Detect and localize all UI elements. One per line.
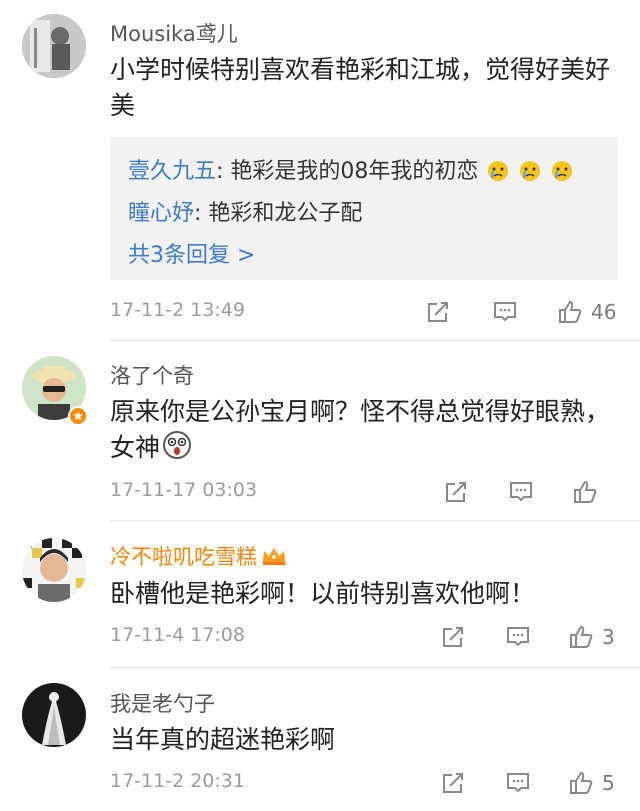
reply-item[interactable]: 壹久九五: 艳彩是我的08年我的初恋 (128, 151, 600, 193)
username-text: 洛了个奇 (110, 364, 194, 388)
username[interactable]: 洛了个奇 (110, 360, 194, 390)
comment-button[interactable] (492, 297, 518, 327)
comment-button[interactable] (505, 768, 531, 798)
username[interactable]: Mousika鸢儿 (110, 18, 238, 48)
avatar[interactable] (22, 683, 86, 747)
verified-badge-icon (68, 406, 88, 426)
comment-meta: 17-11-2 13:49 46 (110, 297, 620, 327)
repost-button[interactable] (440, 768, 466, 798)
comment-icon (507, 773, 529, 793)
divider (110, 520, 640, 521)
star-icon (73, 411, 83, 421)
crying-emoji-icon (552, 161, 573, 181)
reply-item[interactable]: 瞳心妤: 艳彩和龙公子配 (128, 193, 600, 235)
crying-emoji-icon (520, 161, 541, 181)
repost-button[interactable] (443, 477, 469, 507)
repost-button[interactable] (425, 297, 451, 327)
crown-icon (263, 548, 285, 565)
like-count: 3 (602, 625, 615, 649)
like-button[interactable]: 46 (557, 297, 616, 327)
like-button[interactable]: 5 (568, 768, 615, 798)
comment-meta: 17-11-4 17:08 3 (110, 622, 620, 652)
comment-icon (510, 482, 532, 502)
avatar[interactable] (22, 538, 86, 602)
reply-username[interactable]: 壹久九五 (128, 159, 216, 184)
like-button[interactable]: 3 (568, 622, 615, 652)
reply-username[interactable]: 瞳心妤 (128, 201, 194, 226)
thumbs-up-icon (570, 625, 593, 648)
comment-meta: 17-11-17 03:03 (110, 477, 620, 507)
username[interactable]: 我是老勺子 (110, 688, 215, 718)
reply-text: : 艳彩和龙公子配 (194, 201, 363, 226)
timestamp: 17-11-2 20:31 (110, 770, 245, 792)
crying-emoji-icon (488, 161, 509, 181)
more-replies-link[interactable]: 共3条回复 > (128, 235, 600, 277)
username-text: 冷不啦叽吃雪糕 (110, 545, 257, 569)
comment-text: 当年真的超迷艳彩啊 (110, 725, 336, 754)
shocked-emoji-icon (162, 430, 192, 470)
reply-text: : 艳彩是我的08年我的初恋 (216, 159, 479, 184)
username-text: Mousika鸢儿 (110, 22, 238, 46)
thumbs-up-icon (559, 300, 582, 323)
comment-button[interactable] (508, 477, 534, 507)
repost-icon (428, 302, 448, 322)
repost-icon (443, 773, 463, 793)
timestamp: 17-11-4 17:08 (110, 624, 245, 646)
username-text: 我是老勺子 (110, 692, 215, 716)
avatar[interactable] (22, 14, 86, 78)
comment-button[interactable] (505, 622, 531, 652)
avatar-image (22, 14, 86, 78)
divider (110, 340, 640, 341)
thumbs-up-icon (570, 771, 593, 794)
like-count: 46 (591, 300, 617, 324)
repost-icon (443, 627, 463, 647)
avatar-image (22, 538, 86, 602)
divider (110, 667, 640, 668)
comment-text: 卧槽他是艳彩啊！以前特别喜欢他啊！ (110, 579, 536, 608)
reply-box[interactable]: 壹久九五: 艳彩是我的08年我的初恋 瞳心妤: 艳彩和龙公子配 共3条回复 > (110, 137, 618, 280)
thumbs-up-icon (574, 480, 597, 503)
username[interactable]: 冷不啦叽吃雪糕 (110, 541, 287, 571)
avatar-image (22, 683, 86, 747)
timestamp: 17-11-2 13:49 (110, 299, 245, 321)
comment-meta: 17-11-2 20:31 5 (110, 768, 620, 798)
comment-icon (494, 302, 516, 322)
like-count: 5 (602, 771, 615, 795)
comment-text: 小学时候特别喜欢看艳彩和江城，觉得好美好美 (110, 55, 611, 120)
timestamp: 17-11-17 03:03 (110, 479, 258, 501)
comment-icon (507, 627, 529, 647)
comment-text: 原来你是公孙宝月啊？怪不得总觉得好眼熟，女神 (110, 394, 620, 470)
repost-icon (446, 482, 466, 502)
like-button[interactable] (572, 477, 606, 507)
repost-button[interactable] (440, 622, 466, 652)
